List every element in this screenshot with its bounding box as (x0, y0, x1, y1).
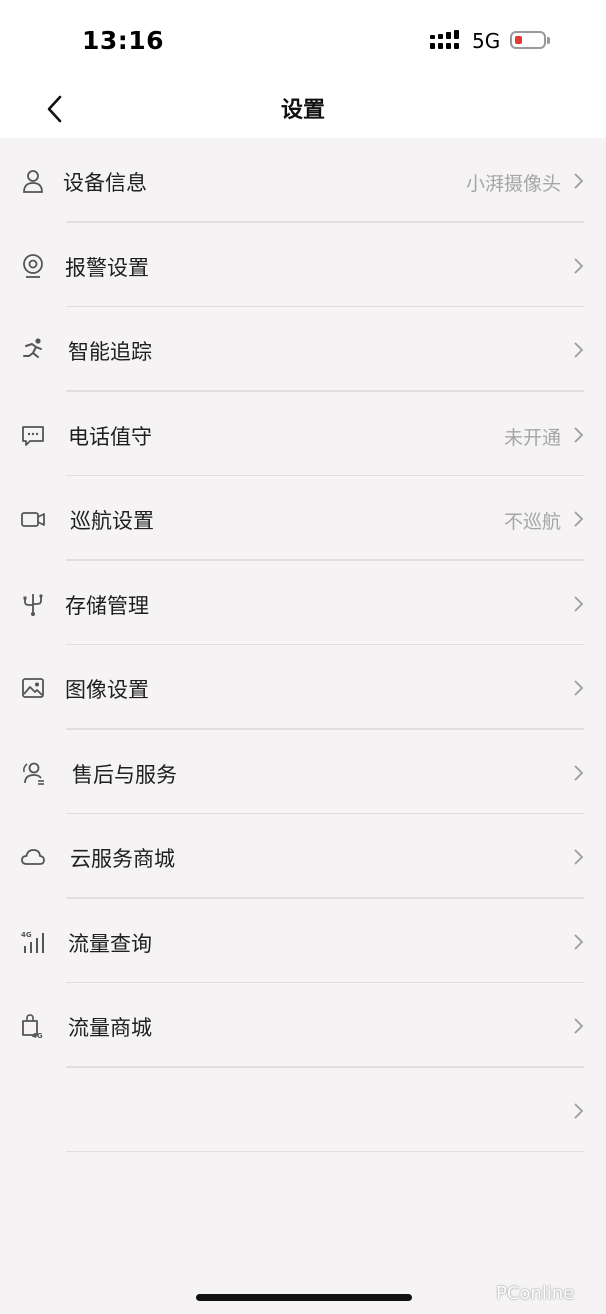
settings-item-label: 巡航设置 (70, 509, 154, 533)
chevron-right-icon (574, 257, 584, 274)
settings-item-label: 云服务商城 (70, 847, 175, 871)
settings-item-cloud-store[interactable]: 云服务商城 (0, 814, 606, 899)
status-bar: 13:16 5G (0, 0, 606, 82)
cloud-icon (21, 849, 45, 865)
settings-item-label: 设备信息 (63, 171, 147, 195)
chevron-right-icon (574, 933, 584, 950)
settings-item-label: 流量商城 (68, 1016, 152, 1040)
settings-item-label: 售后与服务 (72, 762, 177, 787)
settings-item-smart-tracking[interactable]: 智能追踪 (0, 307, 606, 392)
chevron-right-icon (574, 1102, 584, 1119)
settings-item-data-query[interactable]: 4G 流量查询 (0, 899, 606, 983)
page-title: 设置 (280, 98, 325, 123)
chevron-right-icon (574, 342, 584, 358)
chevron-right-icon (574, 849, 584, 865)
message-icon (22, 425, 44, 446)
service-person-icon (23, 762, 44, 785)
person-icon (23, 170, 43, 193)
settings-item-cruise[interactable]: 巡航设置 不巡航 (0, 476, 606, 561)
svg-text:4G: 4G (32, 1032, 43, 1039)
settings-item-data-store[interactable]: 4G 流量商城 (0, 983, 606, 1068)
status-time: 13:16 (82, 26, 165, 55)
svg-text:4G: 4G (21, 931, 32, 939)
4g-signal-icon: 4G (21, 931, 44, 953)
settings-item-storage[interactable]: 存储管理 (0, 561, 606, 645)
network-type: 5G (472, 29, 501, 53)
settings-item-device-info[interactable]: 设备信息 小湃摄像头 (0, 138, 606, 223)
chevron-right-icon (574, 595, 584, 612)
chevron-right-icon (574, 173, 584, 189)
settings-item-value: 不巡航 (503, 511, 561, 533)
navigation-bar: 设置 (0, 82, 606, 138)
settings-item-label: 智能追踪 (68, 340, 152, 364)
settings-item-label: 流量查询 (68, 931, 152, 956)
image-icon (22, 678, 44, 698)
settings-item-label: 电话值守 (68, 424, 152, 449)
settings-item-label: 报警设置 (65, 255, 149, 280)
settings-item-alarm[interactable]: 报警设置 (0, 223, 606, 307)
settings-item-label: 图像设置 (65, 678, 149, 702)
settings-item-label: 存储管理 (65, 593, 149, 618)
chevron-right-icon (574, 511, 584, 527)
chevron-right-icon (574, 1018, 584, 1034)
settings-list: 设备信息 小湃摄像头 报警设置 智能追踪 电话值守 未开通 巡航设置 不巡航 存… (0, 138, 606, 1152)
chevron-right-icon (574, 680, 584, 696)
battery-icon (510, 31, 550, 49)
webcam-icon (23, 253, 43, 278)
settings-item-phone-guard[interactable]: 电话值守 未开通 (0, 392, 606, 476)
chevron-right-icon (574, 426, 584, 443)
settings-item-value: 未开通 (503, 426, 561, 449)
chevron-right-icon (574, 764, 584, 781)
cellular-signal-icon (430, 30, 459, 49)
video-camera-icon (21, 512, 45, 527)
divider (66, 1150, 584, 1152)
home-indicator[interactable] (196, 1294, 412, 1301)
settings-item-image[interactable]: 图像设置 (0, 645, 606, 730)
settings-item-after-sales[interactable]: 售后与服务 (0, 730, 606, 814)
watermark: PConline (496, 1283, 575, 1304)
4g-shopping-bag-icon: 4G (22, 1014, 43, 1039)
settings-item-value: 小湃摄像头 (465, 173, 561, 195)
running-person-icon (23, 338, 42, 358)
settings-item-empty[interactable] (0, 1068, 606, 1152)
usb-icon (23, 593, 43, 616)
